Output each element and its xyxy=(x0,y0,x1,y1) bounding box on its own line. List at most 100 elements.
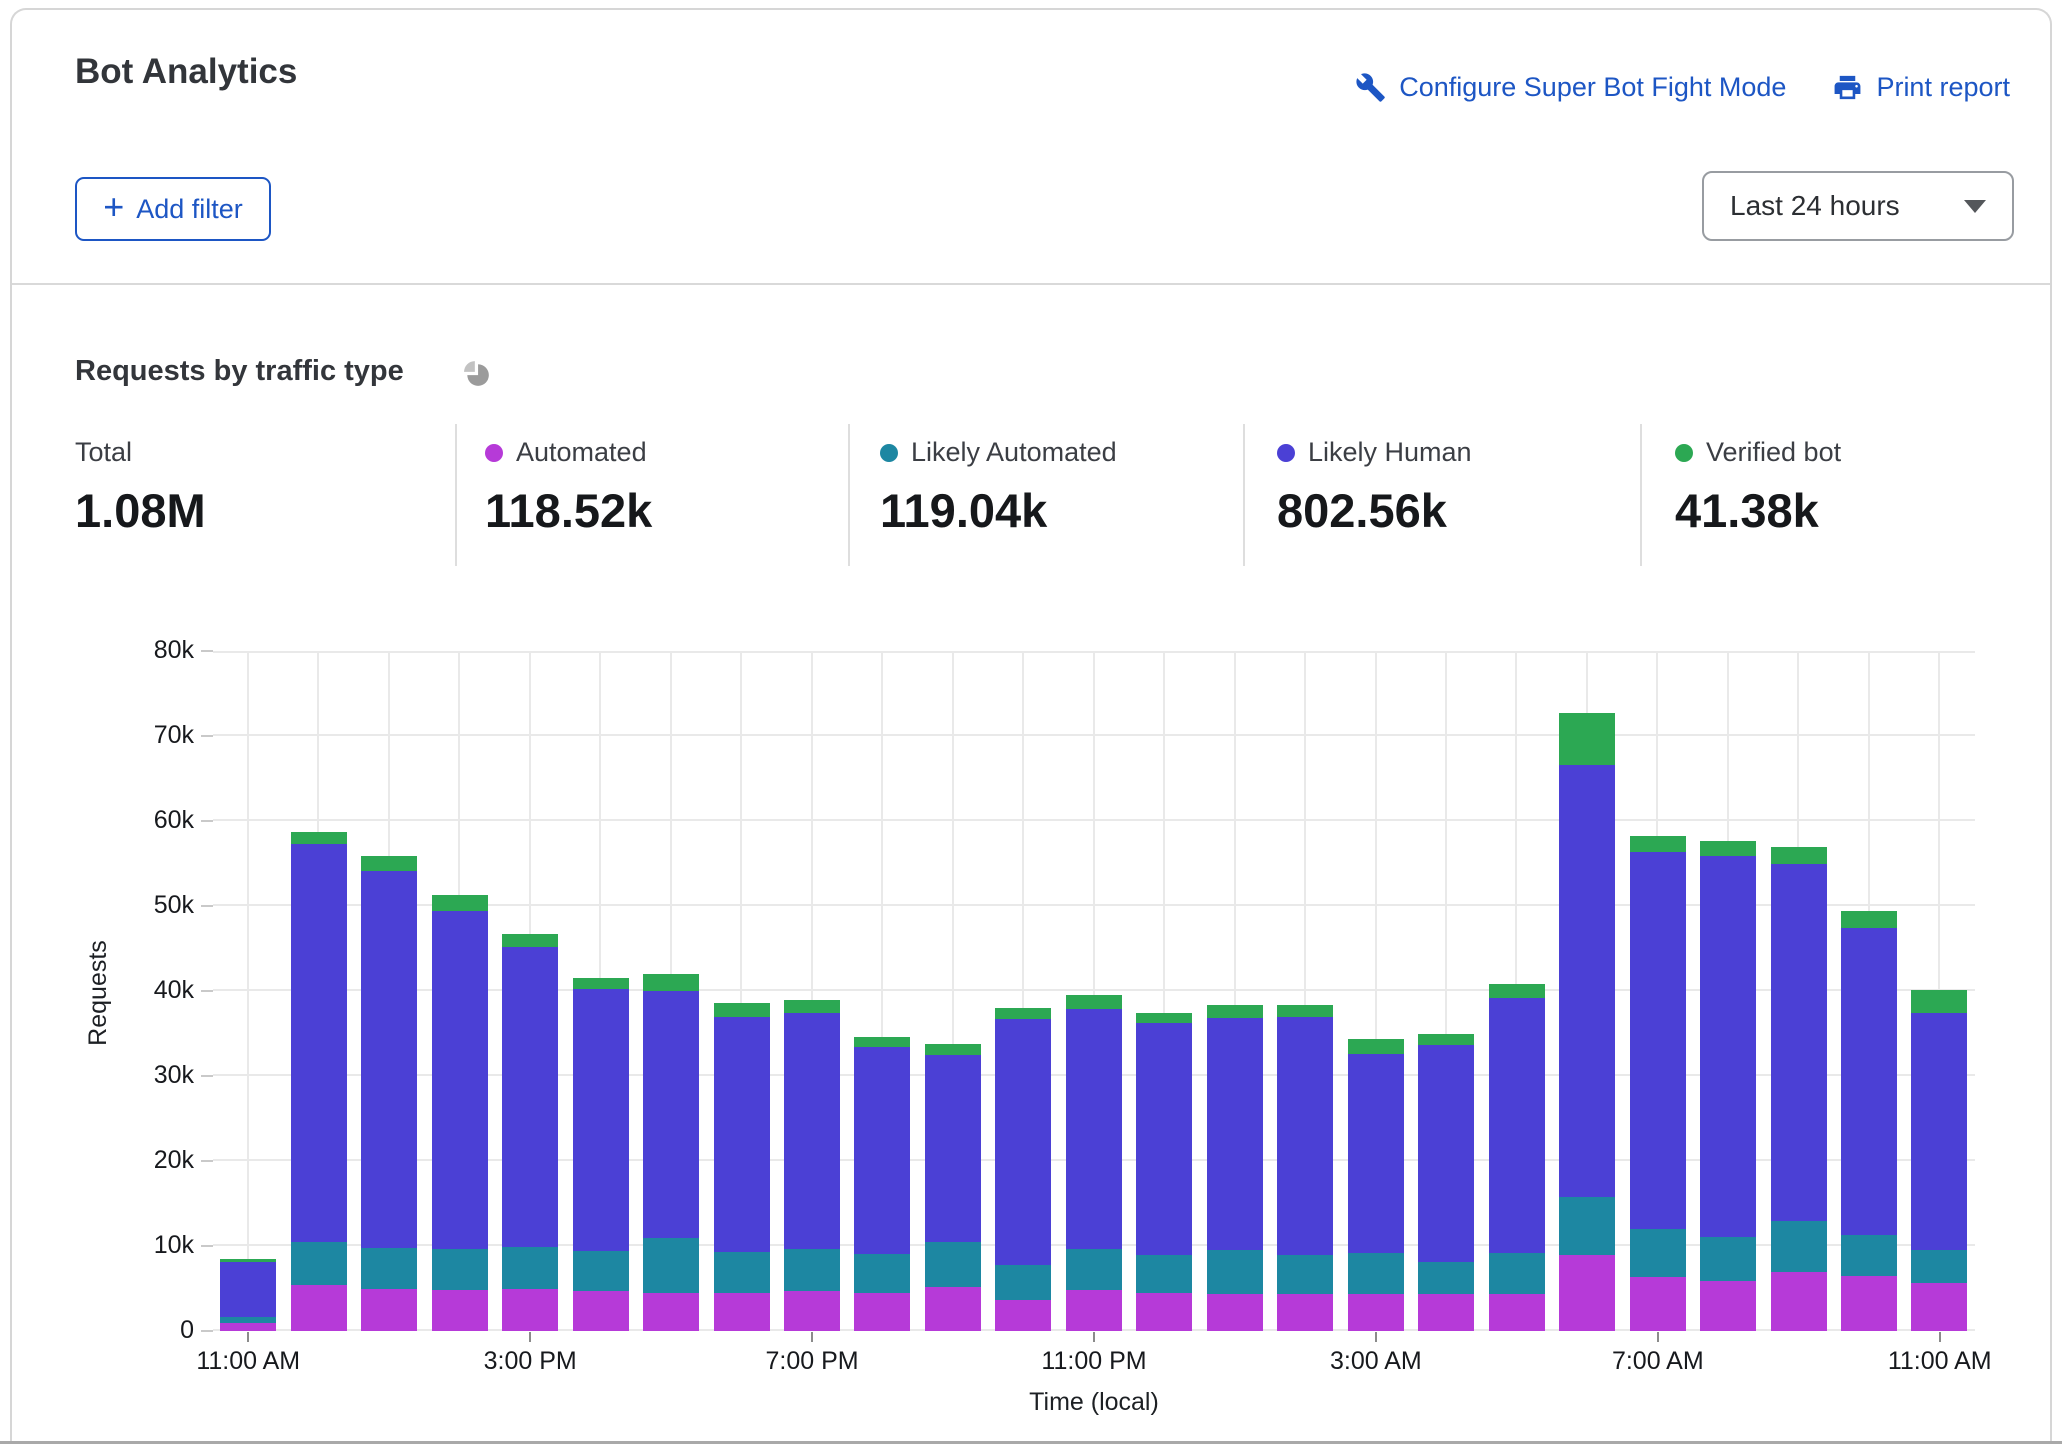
chart-bar[interactable] xyxy=(925,1044,981,1331)
bar-segment-likely-human xyxy=(1277,1017,1333,1255)
section-bottom-divider xyxy=(0,1441,2062,1444)
chart-bar-slot xyxy=(777,653,847,1331)
x-tick xyxy=(811,1332,813,1342)
bar-segment-automated xyxy=(643,1293,699,1331)
chart-bar[interactable] xyxy=(643,974,699,1331)
chart-bar-slot xyxy=(1411,653,1481,1331)
add-filter-button[interactable]: + Add filter xyxy=(75,177,271,241)
y-tick-label: 70k xyxy=(58,721,194,750)
bar-segment-automated xyxy=(854,1293,910,1331)
section-title: Requests by traffic type xyxy=(75,355,404,388)
x-tick xyxy=(1375,1332,1377,1342)
x-tick-label: 11:00 AM xyxy=(1850,1347,2030,1376)
bar-segment-likely-human xyxy=(573,989,629,1251)
chart-bar[interactable] xyxy=(854,1037,910,1331)
bar-segment-likely-automated xyxy=(643,1238,699,1292)
bar-segment-verified-bot xyxy=(1277,1005,1333,1016)
bar-segment-likely-human xyxy=(784,1013,840,1248)
chart-bar[interactable] xyxy=(1348,1039,1404,1331)
bar-segment-automated xyxy=(220,1323,276,1331)
chart-bar[interactable] xyxy=(220,1259,276,1331)
chart-bar[interactable] xyxy=(1841,911,1897,1331)
chart-bar[interactable] xyxy=(1136,1013,1192,1331)
chart-bar-slot xyxy=(1200,653,1270,1331)
chart-bar-slot xyxy=(1763,653,1833,1331)
y-tick-label: 50k xyxy=(58,891,194,920)
chart-bar-slot xyxy=(565,653,635,1331)
automated-legend-dot-icon xyxy=(485,444,503,462)
chart-bar[interactable] xyxy=(1700,841,1756,1331)
bar-segment-automated xyxy=(502,1289,558,1331)
bar-segment-verified-bot xyxy=(1630,836,1686,852)
stat-value: 118.52k xyxy=(485,483,652,538)
chart-bar[interactable] xyxy=(1489,984,1545,1331)
bar-segment-likely-automated xyxy=(854,1254,910,1293)
stat-likely-automated: Likely Automated119.04k xyxy=(880,437,1117,538)
bar-segment-likely-automated xyxy=(291,1242,347,1285)
y-tick-label: 0 xyxy=(58,1316,194,1345)
chart-bar[interactable] xyxy=(1207,1005,1263,1331)
y-tick xyxy=(201,1245,213,1247)
bar-segment-automated xyxy=(1348,1294,1404,1331)
chart-bar-slot xyxy=(1481,653,1551,1331)
y-tick-label: 40k xyxy=(58,976,194,1005)
time-range-select[interactable]: Last 24 hours xyxy=(1702,171,2014,241)
chart-bar[interactable] xyxy=(995,1008,1051,1331)
chart-bar[interactable] xyxy=(1630,836,1686,1331)
bar-segment-verified-bot xyxy=(1348,1039,1404,1053)
bar-segment-likely-automated xyxy=(220,1317,276,1324)
stats-divider xyxy=(848,424,850,566)
bar-segment-likely-human xyxy=(714,1017,770,1252)
print-report-link[interactable]: Print report xyxy=(1832,72,2010,103)
chart-bar-slot xyxy=(988,653,1058,1331)
bar-segment-verified-bot xyxy=(361,856,417,871)
y-tick xyxy=(201,650,213,652)
chart-bar[interactable] xyxy=(1277,1005,1333,1331)
bar-segment-likely-human xyxy=(432,911,488,1249)
chart-bar[interactable] xyxy=(1418,1034,1474,1331)
stat-total: Total1.08M xyxy=(75,437,206,538)
plus-icon: + xyxy=(103,186,124,228)
bar-segment-verified-bot xyxy=(1066,995,1122,1009)
bar-segment-automated xyxy=(291,1285,347,1331)
bar-segment-likely-automated xyxy=(925,1242,981,1287)
chart-bar[interactable] xyxy=(714,1003,770,1331)
bar-segment-automated xyxy=(1136,1293,1192,1331)
chart-bar[interactable] xyxy=(573,978,629,1331)
x-tick-label: 3:00 PM xyxy=(440,1347,620,1376)
configure-super-bot-fight-mode-link[interactable]: Configure Super Bot Fight Mode xyxy=(1355,72,1786,103)
stat-label: Likely Human xyxy=(1308,437,1472,468)
x-tick-label: 11:00 AM xyxy=(158,1347,338,1376)
chart-bar[interactable] xyxy=(1559,713,1615,1331)
bar-segment-likely-human xyxy=(854,1047,910,1254)
bar-segment-likely-human xyxy=(1489,998,1545,1253)
bar-segment-likely-automated xyxy=(1207,1250,1263,1294)
bar-segment-automated xyxy=(1841,1276,1897,1331)
x-tick-label: 7:00 PM xyxy=(722,1347,902,1376)
chart-bar[interactable] xyxy=(502,934,558,1331)
bar-segment-likely-human xyxy=(1771,864,1827,1222)
requests-by-traffic-type-chart xyxy=(213,651,1975,1331)
time-range-value: Last 24 hours xyxy=(1730,190,1900,222)
chart-bar-slot xyxy=(636,653,706,1331)
chart-bar[interactable] xyxy=(361,856,417,1331)
chart-bar[interactable] xyxy=(1911,990,1967,1331)
chart-bar-slot xyxy=(495,653,565,1331)
bar-segment-likely-automated xyxy=(361,1248,417,1289)
x-tick xyxy=(247,1332,249,1342)
bar-segment-verified-bot xyxy=(1489,984,1545,998)
bar-segment-likely-human xyxy=(1066,1009,1122,1250)
y-tick xyxy=(201,1075,213,1077)
bar-segment-verified-bot xyxy=(1700,841,1756,856)
chart-bar[interactable] xyxy=(291,832,347,1331)
bar-segment-verified-bot xyxy=(784,1000,840,1014)
x-tick-label: 3:00 AM xyxy=(1286,1347,1466,1376)
chart-bar[interactable] xyxy=(1771,847,1827,1331)
bar-segment-verified-bot xyxy=(573,978,629,989)
bar-segment-automated xyxy=(1771,1272,1827,1331)
chart-bar[interactable] xyxy=(432,895,488,1331)
chart-bar[interactable] xyxy=(1066,995,1122,1331)
chart-bar-slot xyxy=(1552,653,1622,1331)
chart-bar[interactable] xyxy=(784,1000,840,1331)
y-tick-label: 20k xyxy=(58,1146,194,1175)
